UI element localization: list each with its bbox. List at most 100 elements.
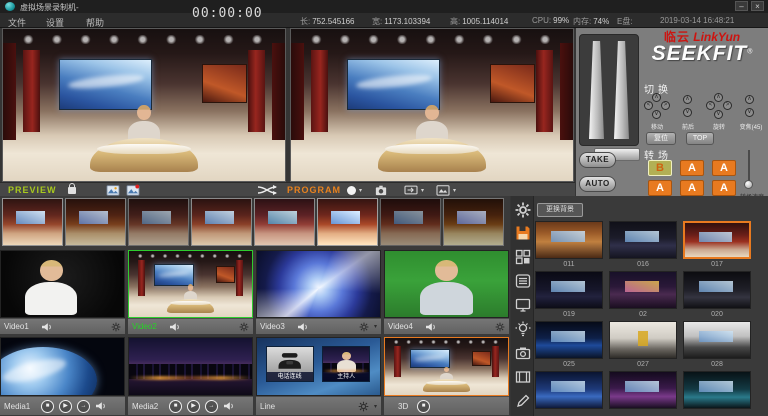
scene-preset-thumb[interactable] [254,198,315,246]
media2-next-button[interactable]: → [205,400,218,413]
move-right-arrow[interactable]: > [661,101,670,110]
camera-snapshot-icon[interactable] [374,184,388,196]
gear-icon[interactable] [358,401,369,412]
speaker-icon[interactable] [95,401,107,411]
auto-button[interactable]: AUTO [579,176,616,192]
video2-thumbnail[interactable] [128,250,253,318]
change-background-button[interactable]: 更换背景 [537,203,583,217]
settings-gear-icon[interactable] [515,202,531,218]
video3-thumbnail[interactable] [256,250,381,318]
rotate-left-arrow[interactable]: < [706,101,715,110]
stream-dropdown-icon[interactable]: ▾ [421,187,424,194]
gear-dropdown-icon[interactable]: ▾ [374,323,377,330]
forward-arrow[interactable]: ∧ [683,95,692,104]
save-floppy-icon[interactable] [515,225,531,241]
snapshot-image-icon[interactable] [106,184,120,196]
lock-icon[interactable] [68,187,76,194]
snapshot-image-new-icon[interactable] [126,184,140,196]
scene-thumbnail[interactable] [535,321,603,359]
reset-button[interactable]: 复位 [646,132,676,145]
scene-thumbnail[interactable] [609,321,677,359]
media2-stop-button[interactable]: ■ [169,400,182,413]
media1-play-button[interactable]: ▶ [59,400,72,413]
phone-line-card[interactable]: 电话连线 [266,346,314,382]
speaker-icon[interactable] [425,322,437,332]
scene-preset-thumb[interactable] [2,198,63,246]
scene-thumbnail[interactable] [535,271,603,309]
edit-pen-icon[interactable] [515,393,531,409]
media2-play-button[interactable]: ▶ [187,400,200,413]
minimize-button[interactable]: – [735,1,748,11]
host-line-card[interactable]: 主持人 [322,346,370,382]
output-3d-stop-button[interactable]: ■ [417,400,430,413]
take-button[interactable]: TAKE [579,152,616,168]
line-thumbnail[interactable]: 电话连线 主持人 [256,337,381,396]
playlist-icon[interactable] [515,273,531,289]
zoom-out-arrow[interactable]: ∨ [745,108,754,117]
gear-icon[interactable] [239,322,249,332]
scene-thumbnail[interactable] [609,221,677,259]
scene-thumbnail[interactable] [535,221,603,259]
scene-thumbnail[interactable] [683,321,751,359]
gear-dropdown-icon[interactable]: ▾ [374,403,377,410]
scene-thumbnail[interactable] [535,371,603,409]
gear-icon[interactable] [359,322,369,332]
transition-a4-button[interactable]: A [648,180,672,196]
scene-preset-thumb[interactable] [191,198,252,246]
scene-preset-thumb[interactable] [380,198,441,246]
transition-a3-button[interactable]: A [712,160,736,176]
zoom-in-arrow[interactable]: ∧ [745,95,754,104]
gear-icon[interactable] [111,322,121,332]
output-3d-thumbnail[interactable] [384,337,509,396]
preview-monitor[interactable] [2,28,286,182]
video1-thumbnail[interactable] [0,250,125,318]
scene-thumbnail[interactable] [609,371,677,409]
film-strip-icon[interactable] [515,369,531,385]
scene-thumbnail[interactable] [683,371,751,409]
rotate-up-arrow[interactable]: ∧ [714,93,723,102]
close-button[interactable]: × [751,1,764,11]
gear-icon[interactable] [495,322,505,332]
media1-thumbnail[interactable] [0,337,125,396]
swap-preview-program-icon[interactable] [256,184,278,196]
camera-source-icon[interactable] [515,345,531,361]
transition-speed-knob[interactable] [744,180,753,189]
light-effect-icon[interactable] [515,321,531,337]
media2-thumbnail[interactable] [128,337,253,396]
speaker-icon[interactable] [41,322,53,332]
scene-preset-thumb[interactable] [128,198,189,246]
monitor-icon[interactable] [515,297,531,313]
scene-thumbnail-selected[interactable] [683,221,751,259]
program-monitor[interactable] [290,28,574,182]
video4-thumbnail[interactable] [384,250,509,318]
t-bar-handle-right[interactable] [614,41,629,139]
move-up-arrow[interactable]: ∧ [652,93,661,102]
back-arrow[interactable]: ∨ [683,108,692,117]
transition-b-button[interactable]: B [648,160,672,176]
picture-dropdown-icon[interactable]: ▾ [453,187,456,194]
move-left-arrow[interactable]: < [644,101,653,110]
layout-grid-icon[interactable] [515,249,531,265]
rotate-right-arrow[interactable]: > [723,101,732,110]
stream-output-icon[interactable] [404,184,418,196]
record-icon[interactable] [347,186,356,195]
t-bar-handle-left[interactable] [589,41,604,139]
media1-stop-button[interactable]: ■ [41,400,54,413]
scene-cell: 017 [683,221,751,270]
scene-preset-thumb[interactable] [65,198,126,246]
record-dropdown-icon[interactable]: ▾ [359,187,362,194]
picture-output-icon[interactable] [436,184,450,196]
media1-next-button[interactable]: → [77,400,90,413]
scene-thumbnail[interactable] [683,271,751,309]
speaker-icon[interactable] [297,322,309,332]
transition-a5-button[interactable]: A [680,180,704,196]
transition-a2-button[interactable]: A [680,160,704,176]
speaker-icon[interactable] [169,322,181,332]
scene-thumbnail[interactable] [609,271,677,309]
top-button[interactable]: TOP [686,132,714,145]
scene-preset-thumb[interactable] [443,198,504,246]
scene-preset-thumb[interactable] [317,198,378,246]
speaker-icon[interactable] [223,401,235,411]
rotate-down-arrow[interactable]: ∨ [714,110,723,119]
move-down-arrow[interactable]: ∨ [652,110,661,119]
